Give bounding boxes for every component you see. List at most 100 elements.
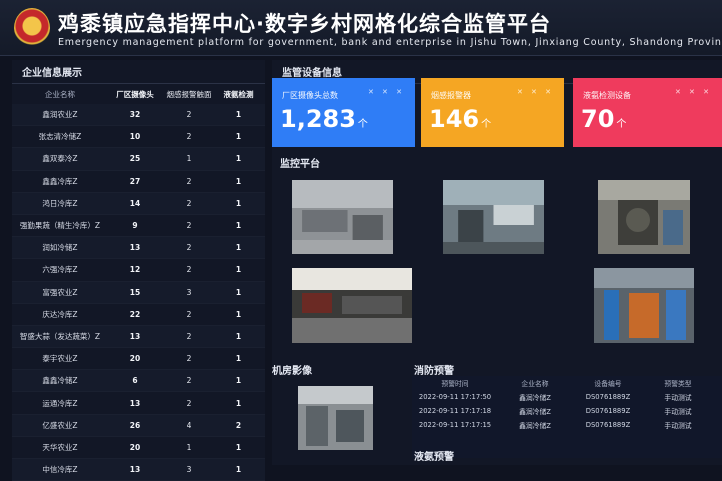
- fire-table-row[interactable]: 2022-09-11 17:17:50 鑫润冷储Z DS0761889Z 手动测试: [412, 390, 722, 404]
- ammonia-count: 1: [235, 243, 242, 253]
- smoke-count: 2: [186, 176, 192, 186]
- smoke-count: 2: [186, 354, 192, 364]
- camera-count: 32: [129, 110, 141, 120]
- page-title: 鸡黍镇应急指挥中心·数字乡村网格化综合监管平台: [58, 12, 551, 36]
- company-name: 鑫润冷储Z: [519, 408, 551, 416]
- enterprise-name: 鑫鑫冷储Z: [42, 376, 78, 386]
- ammonia-count: 1: [235, 265, 242, 275]
- card-label: 烟感报警器: [431, 91, 471, 100]
- enterprise-name: 泰宇农业Z: [42, 354, 78, 364]
- ammonia-count: 1: [235, 221, 242, 231]
- smoke-count: 2: [186, 309, 192, 319]
- card-value: 146 个: [429, 105, 492, 133]
- enterprise-name: 鸿日冷库Z: [42, 198, 78, 208]
- col-header-cams: 厂区摄像头: [116, 89, 154, 99]
- stat-cards: 厂区摄像头总数 ✕ ✕ ✕ 1,283 个 烟感报警器 ✕ ✕ ✕ 146 个 液氨…: [272, 78, 722, 148]
- table-row[interactable]: 鑫鑫冷储Z 6 2 1: [12, 370, 265, 393]
- warning-time: 2022-09-11 17:17:15: [418, 421, 492, 429]
- smoke-count: 2: [186, 110, 192, 120]
- camera-feed-1[interactable]: [292, 180, 393, 254]
- table-row[interactable]: 智盛大蒜（发达蔬菜）Z 13 2 1: [12, 325, 265, 349]
- card-label: 厂区摄像头总数: [282, 91, 338, 100]
- table-row[interactable]: 六强冷库Z 12 2 1: [12, 259, 265, 282]
- machine-room-feed[interactable]: [298, 386, 373, 450]
- col-header-smoke: 烟感报警触面: [166, 89, 212, 99]
- table-row[interactable]: 张志清冷储Z 10 2 1: [12, 126, 265, 149]
- col-header-name: 企业名称: [45, 89, 75, 99]
- table-row[interactable]: 强勤果蔬（精生冷库）Z 9 2 1: [12, 215, 265, 238]
- page-subtitle: Emergency management platform for govern…: [58, 37, 722, 48]
- ammonia-count: 1: [235, 132, 242, 142]
- table-row[interactable]: 鑫双泰冷Z 25 1 1: [12, 148, 265, 171]
- header-bar: 鸡黍镇应急指挥中心·数字乡村网格化综合监管平台 Emergency manage…: [0, 0, 722, 56]
- table-row[interactable]: 天华农业Z 20 1 1: [12, 437, 265, 459]
- camera-count: 13: [129, 331, 141, 341]
- device-id: DS0761889Z: [585, 407, 631, 415]
- table-row[interactable]: 庆达冷库Z 22 2 1: [12, 304, 265, 326]
- smoke-count: 2: [186, 398, 192, 408]
- monitor-platform-title: 监控平台: [280, 159, 320, 170]
- camera-feed-5[interactable]: [594, 268, 694, 343]
- ammonia-count: 1: [235, 465, 242, 475]
- camera-feed-3[interactable]: [598, 180, 690, 254]
- enterprise-name: 亿盛农业Z: [42, 420, 78, 430]
- camera-count: 9: [132, 221, 138, 231]
- camera-feed-2[interactable]: [443, 180, 544, 254]
- table-row[interactable]: 亿盛农业Z 26 4 2: [12, 414, 265, 437]
- ammonia-device-card[interactable]: 液氨检测设备 ✕ ✕ ✕ 70 个: [573, 78, 722, 147]
- table-row[interactable]: 鑫润农业Z 32 2 1: [12, 104, 265, 127]
- company-name: 鑫润冷储Z: [519, 422, 551, 430]
- device-id: DS0761889Z: [585, 393, 631, 401]
- table-row[interactable]: 泰宇农业Z 20 2 1: [12, 348, 265, 371]
- camera-feed-4[interactable]: [292, 268, 412, 343]
- table-row[interactable]: 富强农业Z 15 3 1: [12, 281, 265, 304]
- fire-table-header: 预警时间 企业名称 设备编号 预警类型: [441, 380, 692, 388]
- smoke-count: 2: [186, 243, 192, 253]
- camera-count: 27: [129, 176, 141, 186]
- table-row[interactable]: 鸿日冷库Z 14 2 1: [12, 192, 265, 215]
- warning-type: 手动测试: [664, 408, 692, 416]
- smoke-count: 2: [186, 221, 192, 231]
- national-emblem-icon: [14, 8, 50, 48]
- camera-count: 12: [129, 265, 141, 275]
- enterprise-name: 庆达冷库Z: [42, 309, 78, 319]
- ammonia-count: 1: [235, 198, 242, 208]
- smoke-count: 4: [186, 420, 192, 430]
- smoke-alarm-card[interactable]: 烟感报警器 ✕ ✕ ✕ 146 个: [421, 78, 564, 147]
- smoke-count: 2: [186, 376, 192, 386]
- ammonia-count: 1: [235, 398, 242, 408]
- enterprise-name: 鑫鑫冷库Z: [42, 176, 78, 186]
- enterprise-name: 天华农业Z: [42, 442, 78, 452]
- camera-count: 14: [129, 198, 141, 208]
- enterprise-panel-title: 企业信息展示: [12, 60, 265, 84]
- fire-table-row[interactable]: 2022-09-11 17:17:15 鑫润冷储Z DS0761889Z 手动测试: [412, 418, 722, 432]
- warning-type: 手动测试: [664, 394, 692, 402]
- camera-count: 13: [129, 465, 141, 475]
- camera-count: 13: [129, 398, 141, 408]
- ammonia-count: 1: [235, 287, 242, 297]
- camera-count: 15: [129, 287, 141, 297]
- smoke-count: 3: [186, 465, 192, 475]
- card-menu-icon[interactable]: ✕ ✕ ✕: [517, 88, 554, 96]
- enterprise-name: 智盛大蒜（发达蔬菜）Z: [19, 331, 101, 341]
- table-row[interactable]: 润如冷储Z 13 2 1: [12, 237, 265, 260]
- ammonia-count: 1: [235, 110, 242, 120]
- ammonia-count: 1: [235, 176, 242, 186]
- enterprise-name: 强勤果蔬（精生冷库）Z: [19, 221, 101, 231]
- table-row[interactable]: 运通冷库Z 13 2 1: [12, 392, 265, 415]
- camera-count-card[interactable]: 厂区摄像头总数 ✕ ✕ ✕ 1,283 个: [272, 78, 415, 147]
- camera-count: 10: [129, 132, 141, 142]
- card-menu-icon[interactable]: ✕ ✕ ✕: [368, 88, 405, 96]
- fire-table-row[interactable]: 2022-09-11 17:17:18 鑫润冷储Z DS0761889Z 手动测试: [412, 404, 722, 418]
- smoke-count: 2: [186, 132, 192, 142]
- table-row[interactable]: 中信冷库Z 13 3 1: [12, 459, 265, 481]
- ammonia-count: 1: [235, 154, 242, 164]
- smoke-count: 3: [186, 287, 192, 297]
- machine-room-title: 机房影像: [272, 366, 312, 377]
- table-row[interactable]: 鑫鑫冷库Z 27 2 1: [12, 171, 265, 193]
- card-menu-icon[interactable]: ✕ ✕ ✕: [675, 88, 712, 96]
- ammonia-count: 1: [235, 354, 242, 364]
- camera-count: 6: [132, 376, 138, 386]
- enterprise-name: 中信冷库Z: [42, 465, 78, 475]
- enterprise-name: 富强农业Z: [42, 287, 78, 297]
